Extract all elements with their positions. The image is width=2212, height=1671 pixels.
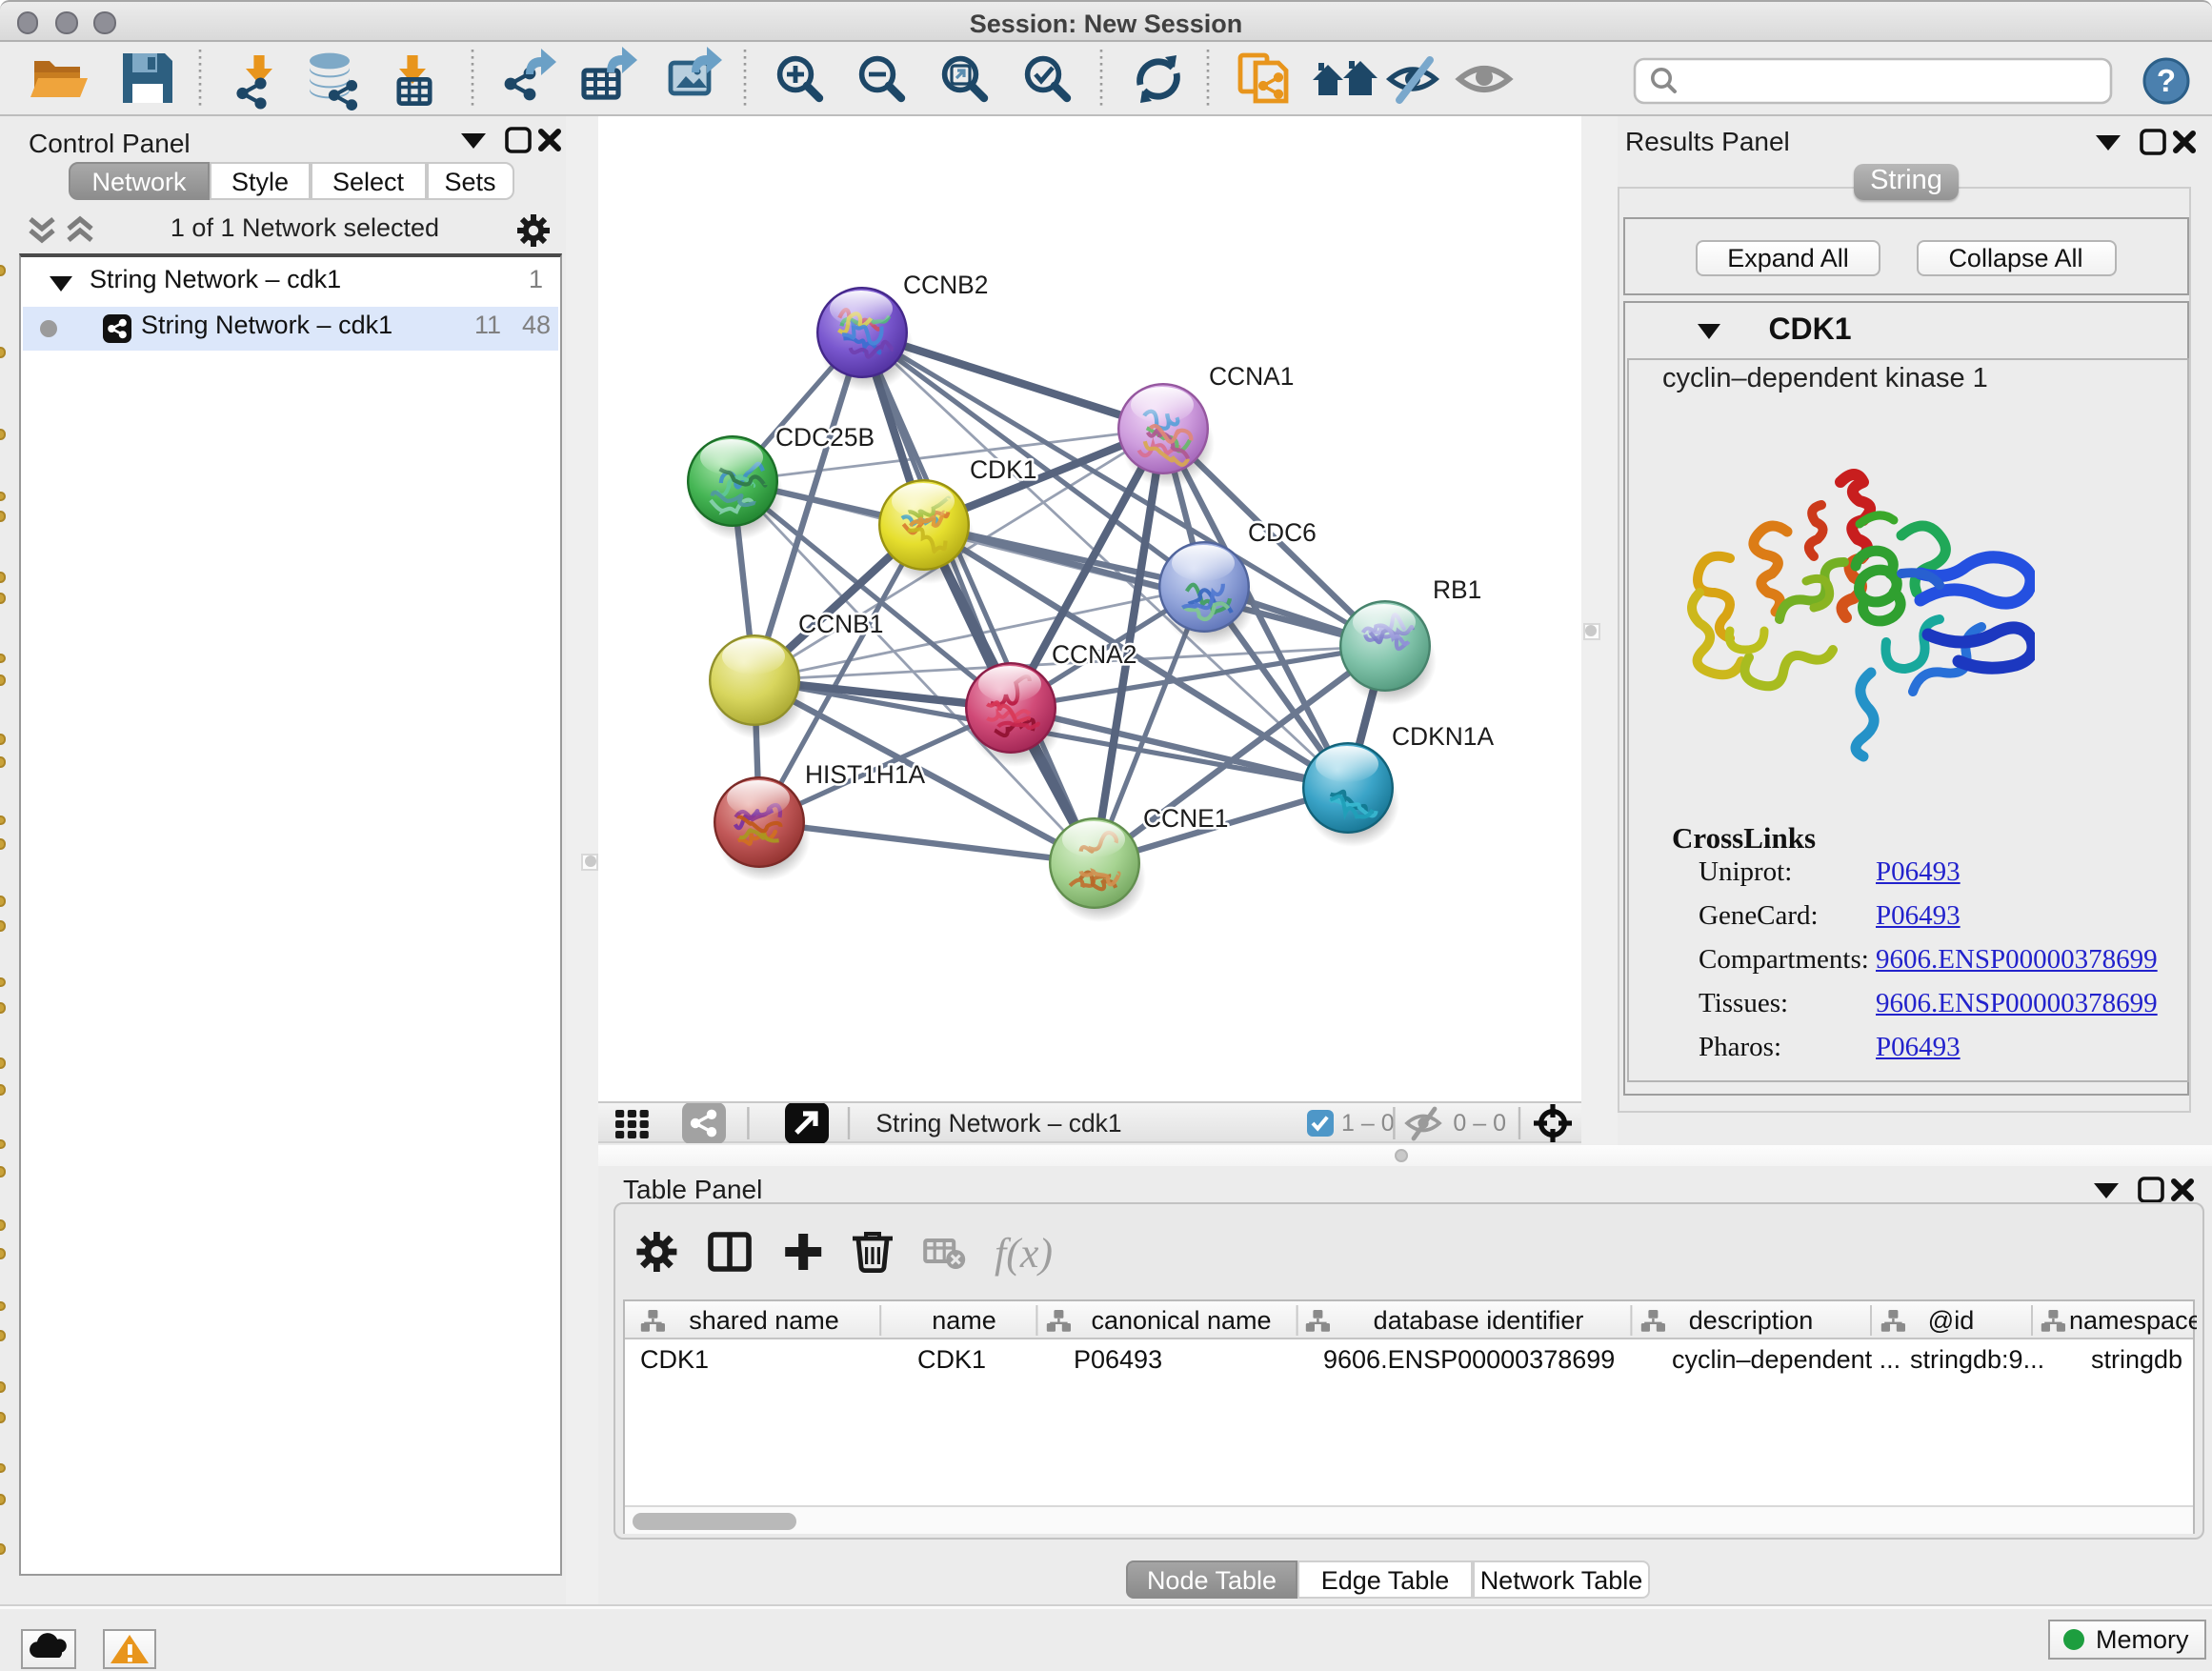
svg-text:@id: @id — [1927, 1306, 1973, 1335]
svg-text:CDKN1A: CDKN1A — [1392, 722, 1494, 751]
svg-text:?: ? — [2157, 63, 2176, 98]
svg-text:CDC6: CDC6 — [1248, 518, 1317, 547]
svg-text:database identifier: database identifier — [1373, 1306, 1583, 1335]
svg-text:0 – 0: 0 – 0 — [1453, 1110, 1506, 1137]
svg-text:canonical name: canonical name — [1090, 1306, 1270, 1335]
svg-text:name: name — [931, 1306, 995, 1335]
svg-text:f(x): f(x) — [995, 1229, 1053, 1276]
svg-text:CCNA1: CCNA1 — [1209, 362, 1294, 391]
svg-text:1 – 0: 1 – 0 — [1341, 1110, 1395, 1137]
svg-text:CCNB2: CCNB2 — [903, 271, 988, 299]
svg-text:shared name: shared name — [688, 1306, 838, 1335]
svg-text:String Network – cdk1: String Network – cdk1 — [875, 1109, 1121, 1137]
svg-text:HIST1H1A: HIST1H1A — [805, 760, 926, 789]
svg-text:CDK1: CDK1 — [970, 455, 1036, 484]
svg-text:description: description — [1688, 1306, 1813, 1335]
svg-text:CDC25B: CDC25B — [775, 423, 875, 452]
svg-text:RB1: RB1 — [1433, 575, 1481, 604]
svg-text:CCNB1: CCNB1 — [798, 610, 883, 638]
svg-text:namespace: namespace — [2068, 1306, 2196, 1335]
svg-text:CCNE1: CCNE1 — [1143, 804, 1228, 833]
svg-text:CCNA2: CCNA2 — [1052, 640, 1136, 669]
